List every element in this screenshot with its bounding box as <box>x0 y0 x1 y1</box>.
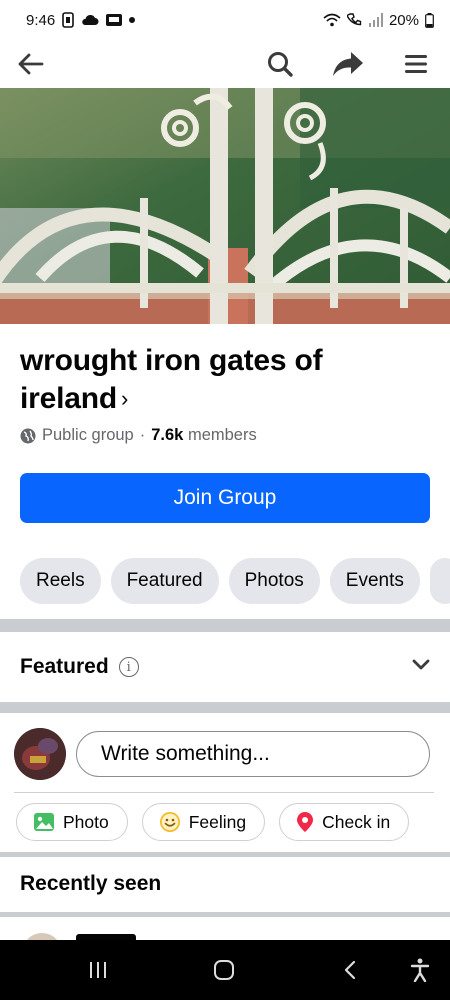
dot-icon <box>129 17 136 23</box>
tab-featured[interactable]: Featured <box>110 558 219 604</box>
sim-icon <box>62 12 75 28</box>
battery-icon <box>425 12 434 28</box>
accessibility-icon <box>410 958 430 982</box>
accessibility-button[interactable] <box>406 956 434 984</box>
divider <box>14 792 434 793</box>
tab-events[interactable]: Events <box>329 558 420 604</box>
back-arrow-icon <box>18 53 44 75</box>
home-button[interactable] <box>210 956 238 984</box>
signal-icon <box>368 13 383 27</box>
cover-photo[interactable] <box>0 88 450 324</box>
composer-actions: Photo Feeling Check in <box>16 803 410 841</box>
photo-label: Photo <box>63 811 109 832</box>
cover-image <box>0 88 450 324</box>
back-nav-button[interactable] <box>336 956 364 984</box>
menu-button[interactable] <box>398 46 434 82</box>
feeling-label: Feeling <box>188 811 247 832</box>
battery-percent: 20% <box>388 11 419 29</box>
section-divider <box>0 619 450 632</box>
chevron-right-icon: › <box>120 386 129 411</box>
feeling-icon <box>159 812 180 832</box>
wifi-icon <box>323 13 341 27</box>
recently-seen-heading: Recently seen <box>20 872 162 895</box>
info-icon[interactable]: i <box>118 657 139 677</box>
tab-reels[interactable]: Reels <box>20 558 101 604</box>
write-something-input[interactable]: Write something... <box>76 731 430 777</box>
recents-icon <box>90 962 106 978</box>
join-group-button[interactable]: Join Group <box>20 473 430 523</box>
tab-photos[interactable]: Photos <box>228 558 320 604</box>
privacy-label: Public group <box>42 426 134 444</box>
recents-button[interactable] <box>84 956 112 984</box>
system-nav-bar <box>0 940 450 1000</box>
group-meta: Public group · 7.6k members <box>20 426 257 445</box>
chevron-down-icon[interactable] <box>412 658 430 676</box>
photo-icon <box>34 813 54 831</box>
menu-icon <box>405 55 427 73</box>
featured-section-header: Featured i <box>0 632 450 702</box>
globe-icon <box>20 428 36 443</box>
group-tabs: Reels Featured Photos Events <box>20 558 450 604</box>
group-name: wrought iron gates of ireland <box>20 344 323 415</box>
notification-badge-icon <box>106 14 123 26</box>
members-label: members <box>187 426 257 444</box>
status-bar: 9:46 20% <box>0 0 450 40</box>
call-icon <box>346 13 362 26</box>
featured-label: Featured <box>20 655 109 678</box>
back-chevron-icon <box>344 960 356 980</box>
group-title[interactable]: wrought iron gates of ireland › <box>20 342 420 420</box>
feeling-button[interactable]: Feeling <box>141 803 266 841</box>
home-icon <box>214 960 234 980</box>
section-divider <box>0 702 450 713</box>
location-pin-icon <box>297 812 314 832</box>
top-nav <box>0 40 450 88</box>
section-divider <box>0 852 450 857</box>
share-button[interactable] <box>330 46 366 82</box>
search-icon <box>268 52 293 77</box>
status-time: 9:46 <box>26 11 56 29</box>
check-in-label: Check in <box>322 811 391 832</box>
member-count: 7.6k <box>151 426 184 444</box>
tab-more[interactable] <box>429 558 450 604</box>
avatar[interactable] <box>14 728 66 780</box>
meta-separator: · <box>139 426 146 444</box>
check-in-button[interactable]: Check in <box>279 803 410 841</box>
photo-button[interactable]: Photo <box>16 803 128 841</box>
back-button[interactable] <box>12 46 48 82</box>
cloud-icon <box>82 14 99 25</box>
section-divider <box>0 912 450 917</box>
share-icon <box>333 52 363 76</box>
search-button[interactable] <box>262 46 298 82</box>
